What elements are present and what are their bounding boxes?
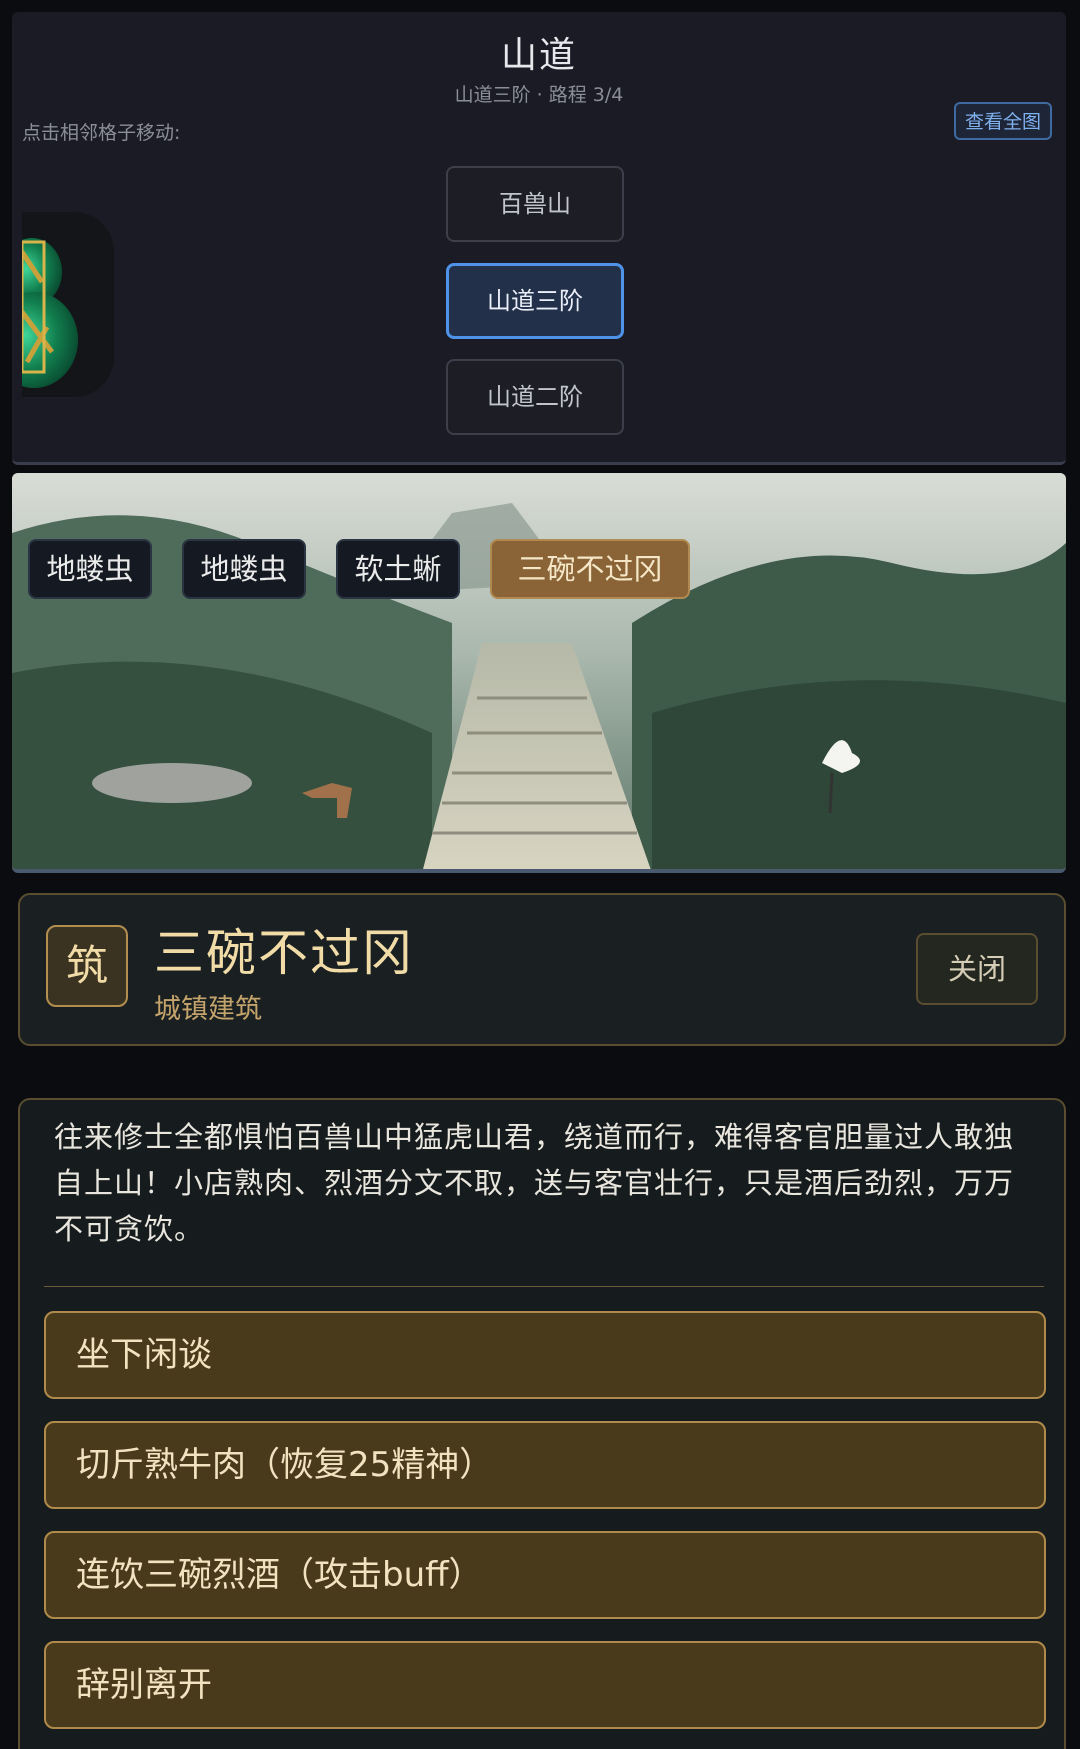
map-subtitle: 山道三阶 · 路程 3/4 <box>454 84 624 106</box>
building-name: 三碗不过冈 <box>154 924 414 982</box>
monster-tag-dilouchong-1[interactable]: 地蝼虫 <box>28 539 152 599</box>
option-beef-button[interactable]: 切斤熟牛肉（恢复25精神） <box>44 1421 1046 1509</box>
map-node-baishoushan[interactable]: 百兽山 <box>446 166 624 242</box>
close-button[interactable]: 关闭 <box>916 933 1038 1005</box>
map-node-current[interactable]: 山道三阶 <box>446 263 624 339</box>
building-tag-sanwan[interactable]: 三碗不过冈 <box>490 539 690 599</box>
option-wine-button[interactable]: 连饮三碗烈酒（攻击buff） <box>44 1531 1046 1619</box>
option-chat-button[interactable]: 坐下闲谈 <box>44 1311 1046 1399</box>
building-type: 城镇建筑 <box>154 994 262 1025</box>
dialog-panel: 往来修士全都惧怕百兽山中猛虎山君，绕道而行，难得客官胆量过人敢独自上山！小店熟肉… <box>18 1098 1066 1749</box>
map-title: 山道 <box>500 35 577 76</box>
view-full-map-button[interactable]: 查看全图 <box>954 102 1052 140</box>
building-header: 筑 三碗不过冈 城镇建筑 关闭 <box>18 893 1066 1046</box>
map-panel: 山道 山道三阶 · 路程 3/4 点击相邻格子移动: 查看全图 百兽山 山道三阶… <box>12 12 1066 465</box>
map-node-shandao-2[interactable]: 山道二阶 <box>446 359 624 435</box>
building-description: 往来修士全都惧怕百兽山中猛虎山君，绕道而行，难得客官胆量过人敢独自上山！小店熟肉… <box>54 1120 1015 1246</box>
divider <box>44 1286 1044 1287</box>
mountain-landscape-illustration <box>12 473 1066 869</box>
option-leave-button[interactable]: 辞别离开 <box>44 1641 1046 1729</box>
monster-tag-dilouchong-2[interactable]: 地蝼虫 <box>182 539 306 599</box>
move-hint: 点击相邻格子移动: <box>22 122 181 144</box>
monster-tag-ruantuxi[interactable]: 软土蜥 <box>336 539 460 599</box>
building-icon: 筑 <box>46 925 128 1007</box>
gourd-item-icon[interactable] <box>22 212 114 397</box>
scene-banner: 地蝼虫 地蝼虫 软土蜥 三碗不过冈 <box>12 473 1066 873</box>
